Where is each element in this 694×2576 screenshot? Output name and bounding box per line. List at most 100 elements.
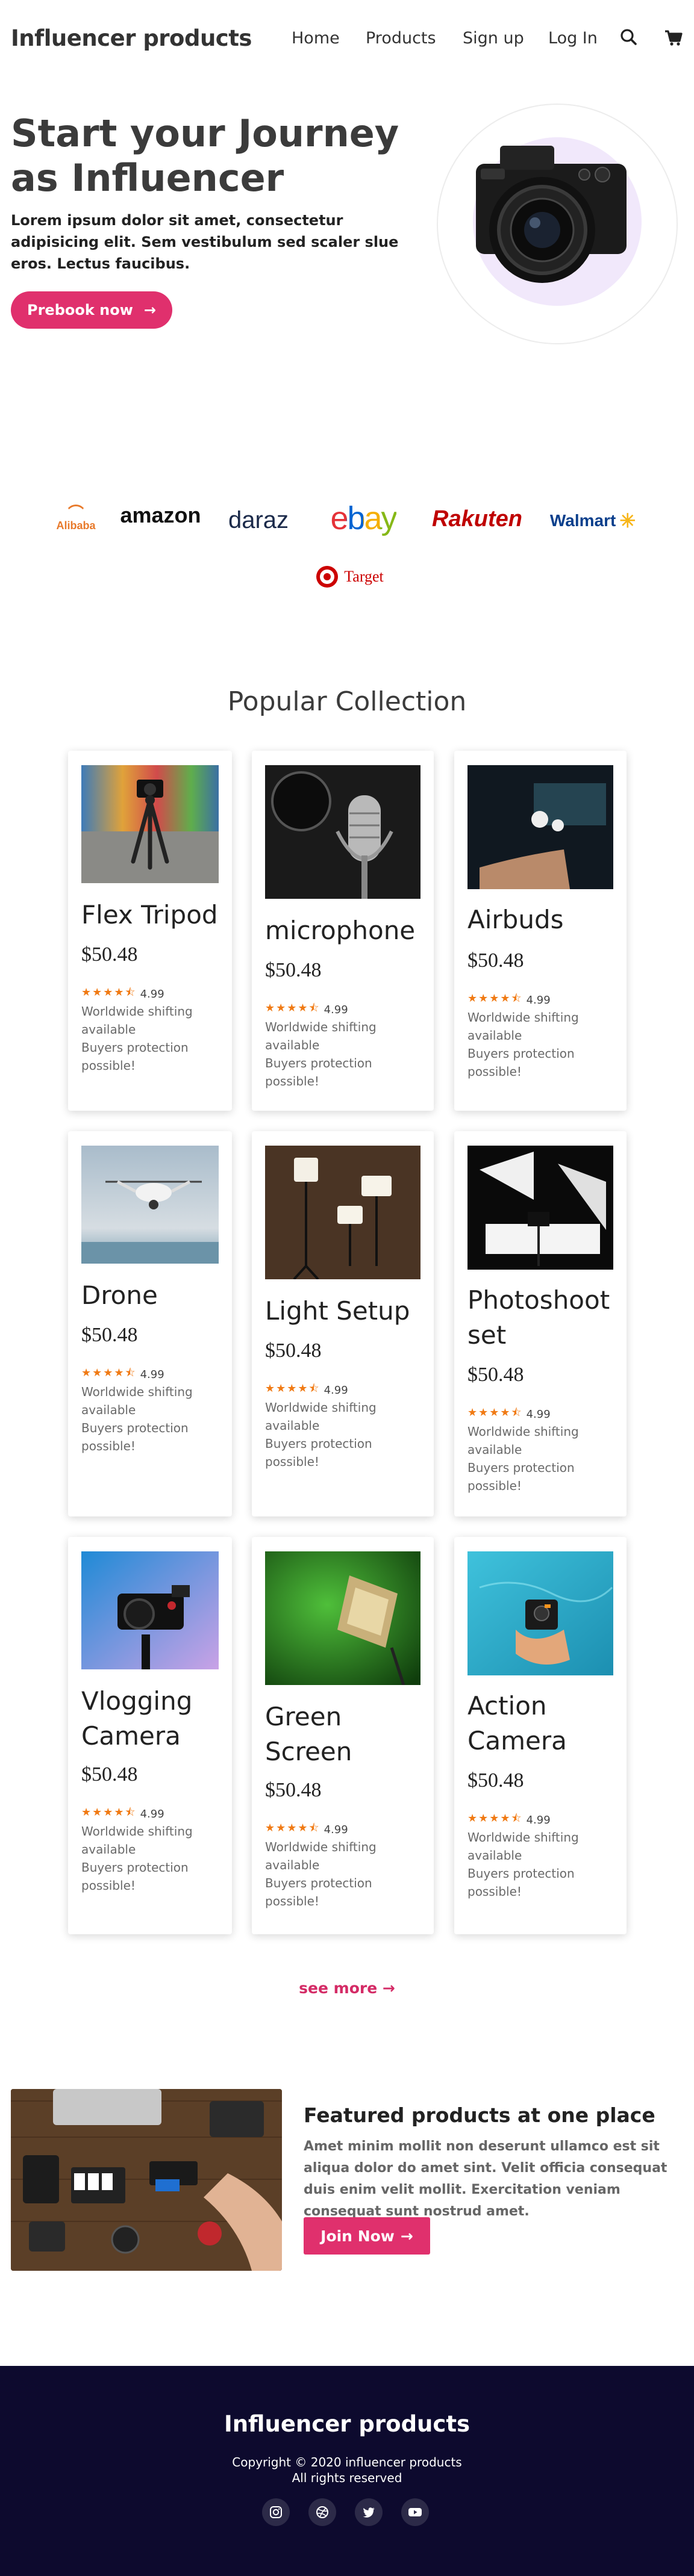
ebay-logo: ebay (330, 500, 397, 536)
daraz-logo: daraz (228, 506, 289, 533)
featured-description: Amet minim mollit non deserunt ullamco e… (304, 2139, 667, 2219)
product-price: $50.48 (81, 1324, 138, 1346)
product-card[interactable]: Drone $50.48 ★★★★⯪ 4.99 Worldwide shifti… (68, 1131, 232, 1516)
rakuten-logo: Rakuten (432, 506, 522, 532)
product-name[interactable]: Light Setup (265, 1294, 428, 1329)
navbar: Influencer products Home Products Sign u… (0, 0, 694, 78)
product-rating: ★★★★⯪ 4.99 (81, 1365, 164, 1383)
product-rating: ★★★★⯪ 4.99 (81, 1805, 164, 1823)
product-image (81, 1551, 219, 1669)
product-card[interactable]: Action Camera $50.48 ★★★★⯪ 4.99 Worldwid… (454, 1537, 627, 1934)
amazon-logo: amazon (120, 503, 201, 527)
product-name[interactable]: Flex Tripod (81, 898, 226, 933)
product-name[interactable]: Drone (81, 1278, 226, 1313)
join-now-button[interactable]: Join Now → (304, 2217, 430, 2255)
shipping-note: Worldwide shifting available (81, 1385, 193, 1417)
protection-note: Buyers protection possible! (467, 1046, 575, 1079)
nav-link-signup[interactable]: Sign up (463, 29, 524, 48)
rating-value: 4.99 (140, 1368, 164, 1381)
hero-title: Start your Journey as Influencer (11, 111, 399, 200)
rating-value: 4.99 (324, 1003, 348, 1016)
rating-value: 4.99 (526, 993, 551, 1007)
product-name[interactable]: Vlogging Camera (81, 1684, 226, 1754)
star-rating-icon: ★★★★⯪ (265, 1382, 320, 1395)
cart-icon[interactable] (663, 26, 684, 48)
nav-link-login[interactable]: Log In (548, 29, 598, 48)
featured-image (11, 2089, 282, 2271)
star-rating-icon: ★★★★⯪ (81, 1806, 137, 1819)
product-card[interactable]: Airbuds $50.48 ★★★★⯪ 4.99 Worldwide shif… (454, 751, 627, 1111)
star-rating-icon: ★★★★⯪ (81, 1367, 137, 1379)
product-name[interactable]: Action Camera (467, 1689, 612, 1758)
product-image (265, 765, 420, 899)
product-image (467, 1551, 613, 1675)
product-card[interactable]: Green Screen $50.48 ★★★★⯪ 4.99 Worldwide… (252, 1537, 434, 1934)
see-more-link[interactable]: see more → (0, 1979, 694, 1997)
collection-title: Popular Collection (227, 686, 467, 717)
shipping-note: Worldwide shifting available (265, 1020, 377, 1052)
product-name[interactable]: microphone (265, 913, 428, 948)
rating-value: 4.99 (526, 1407, 551, 1421)
prebook-button[interactable]: Prebook now → (11, 291, 172, 329)
star-rating-icon: ★★★★⯪ (467, 1406, 523, 1419)
nav-link-products[interactable]: Products (366, 29, 436, 48)
product-card[interactable]: Photoshoot set $50.48 ★★★★⯪ 4.99 Worldwi… (454, 1131, 627, 1516)
product-price: $50.48 (81, 943, 138, 966)
dribbble-icon[interactable] (308, 2498, 336, 2526)
protection-note: Buyers protection possible! (265, 1436, 372, 1469)
product-rating: ★★★★⯪ 4.99 (265, 1001, 348, 1019)
arrow-right-icon: → (143, 302, 157, 318)
product-price: $50.48 (81, 1763, 138, 1786)
product-name[interactable]: Photoshoot set (467, 1283, 612, 1353)
product-price: $50.48 (265, 1779, 322, 1801)
product-image (81, 765, 219, 883)
target-logo: Target (307, 561, 392, 592)
product-rating: ★★★★⯪ 4.99 (81, 985, 164, 1003)
shipping-note: Worldwide shifting available (81, 1824, 193, 1857)
star-rating-icon: ★★★★⯪ (467, 992, 523, 1005)
search-icon[interactable] (618, 26, 640, 48)
product-name[interactable]: Airbuds (467, 902, 612, 937)
see-more-label: see more (299, 1979, 378, 1997)
rating-value: 4.99 (140, 987, 164, 1001)
join-now-label: Join Now (320, 2227, 395, 2245)
instagram-icon[interactable] (262, 2498, 290, 2526)
youtube-icon[interactable] (401, 2498, 429, 2526)
product-card[interactable]: Light Setup $50.48 ★★★★⯪ 4.99 Worldwide … (252, 1131, 434, 1516)
arrow-right-icon: → (400, 2227, 413, 2245)
shipping-note: Worldwide shifting available (81, 1004, 193, 1037)
protection-note: Buyers protection possible! (265, 1056, 372, 1088)
product-rating: ★★★★⯪ 4.99 (467, 991, 551, 1009)
product-image (265, 1551, 420, 1685)
rating-value: 4.99 (140, 1807, 164, 1820)
brand-logo[interactable]: Influencer products (11, 25, 252, 51)
product-card[interactable]: Vlogging Camera $50.48 ★★★★⯪ 4.99 Worldw… (68, 1537, 232, 1934)
shipping-note: Worldwide shifting available (467, 1424, 579, 1457)
protection-note: Buyers protection possible! (467, 1460, 575, 1493)
walmart-spark-icon: ✳ (619, 510, 636, 532)
product-card[interactable]: Flex Tripod $50.48 ★★★★⯪ 4.99 Worldwide … (68, 751, 232, 1111)
product-card[interactable]: microphone $50.48 ★★★★⯪ 4.99 Worldwide s… (252, 751, 434, 1111)
product-rating: ★★★★⯪ 4.99 (265, 1381, 348, 1399)
product-rating: ★★★★⯪ 4.99 (467, 1405, 551, 1423)
product-rating: ★★★★⯪ 4.99 (467, 1811, 551, 1829)
twitter-icon[interactable] (355, 2498, 383, 2526)
nav-link-home[interactable]: Home (292, 29, 340, 48)
footer-brand: Influencer products (224, 2411, 470, 2437)
target-bullseye-icon (316, 566, 339, 588)
walmart-logo: Walmart ✳ (549, 510, 636, 532)
star-rating-icon: ★★★★⯪ (81, 986, 137, 999)
featured-title: Featured products at one place (304, 2103, 655, 2127)
protection-note: Buyers protection possible! (81, 1421, 189, 1453)
alibaba-logo: ⌒ Alibaba (56, 503, 96, 532)
arrow-right-icon: → (382, 1979, 395, 1997)
alibaba-mark-icon: ⌒ (67, 503, 84, 522)
product-name[interactable]: Green Screen (265, 1699, 428, 1769)
product-image (265, 1146, 420, 1279)
rating-value: 4.99 (526, 1813, 551, 1826)
footer-rights: All rights reserved (292, 2471, 402, 2485)
protection-note: Buyers protection possible! (467, 1866, 575, 1899)
footer-copyright: Copyright © 2020 influencer products (232, 2455, 462, 2469)
product-price: $50.48 (467, 1364, 524, 1386)
camera-image (476, 146, 627, 283)
